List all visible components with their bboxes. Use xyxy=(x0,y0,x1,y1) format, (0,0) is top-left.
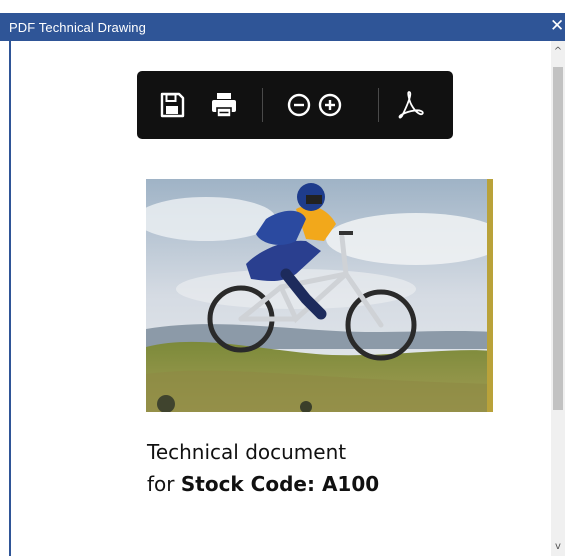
zoom-out-button[interactable] xyxy=(282,88,316,122)
stock-code: Stock Code: A100 xyxy=(180,472,380,496)
zoom-in-button[interactable] xyxy=(313,88,347,122)
mountain-bike-rider-photo xyxy=(146,179,493,412)
scroll-thumb[interactable] xyxy=(553,67,563,410)
acrobat-icon xyxy=(398,91,424,119)
scroll-down-arrow[interactable]: v xyxy=(551,540,565,554)
scroll-up-arrow[interactable]: ^ xyxy=(551,45,565,59)
document-photo xyxy=(146,179,493,412)
save-button[interactable] xyxy=(155,88,189,122)
print-button[interactable] xyxy=(207,88,241,122)
open-in-acrobat-button[interactable] xyxy=(393,88,427,122)
document-text-line1: Technical document xyxy=(147,440,347,464)
window-titlebar: PDF Technical Drawing ✕ xyxy=(0,13,565,41)
zoom-in-icon xyxy=(318,93,342,117)
document-text-prefix: for xyxy=(147,472,181,496)
vertical-scrollbar[interactable]: ^ v xyxy=(551,41,565,556)
toolbar-separator xyxy=(262,88,263,122)
close-button[interactable]: ✕ xyxy=(550,16,564,36)
zoom-out-icon xyxy=(287,93,311,117)
window-title: PDF Technical Drawing xyxy=(9,20,146,35)
print-icon xyxy=(212,93,236,118)
document-text-line2: for Stock Code: A100 xyxy=(147,472,379,496)
pdf-toolbar xyxy=(137,71,453,139)
save-icon xyxy=(160,92,185,118)
toolbar-separator xyxy=(378,88,379,122)
